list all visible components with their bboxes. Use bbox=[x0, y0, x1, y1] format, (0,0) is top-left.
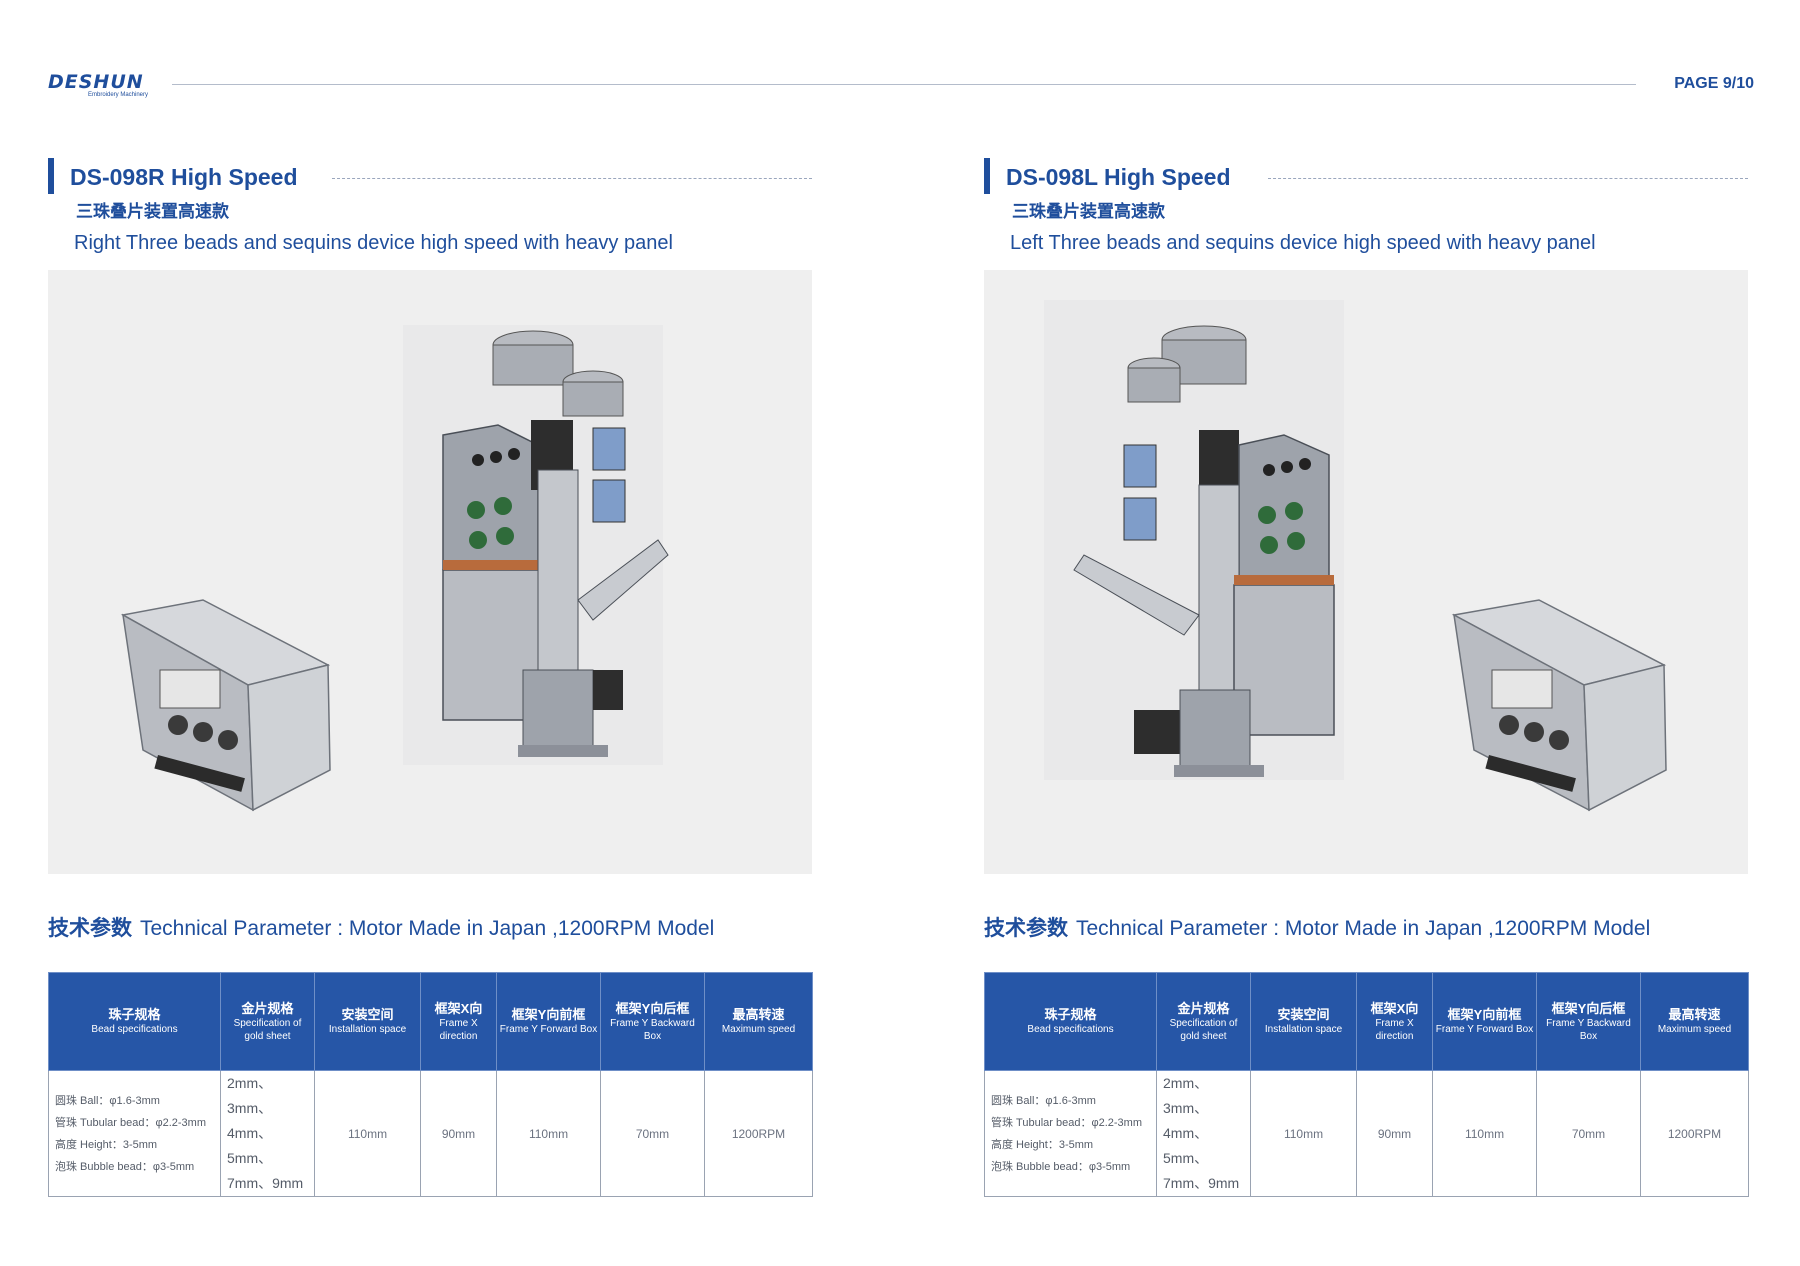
cell-frame-y-backward: 70mm bbox=[600, 1070, 705, 1197]
cell-gold-sheet: 2mm、3mm、 4mm、5mm、 7mm、9mm bbox=[1156, 1070, 1251, 1197]
header-divider bbox=[172, 84, 1636, 85]
header-installation: 安装空间 Installation space bbox=[1250, 972, 1357, 1071]
tech-heading-cn: 技术参数 bbox=[48, 917, 132, 940]
product-subtitle-cn: 三珠叠片装置高速款 bbox=[76, 202, 229, 221]
header-installation: 安装空间 Installation space bbox=[314, 972, 421, 1071]
title-dotted-rule bbox=[332, 178, 812, 179]
header-bead-spec: 珠子规格 Bead specifications bbox=[48, 972, 221, 1071]
deshun-logo: DESHUN Embroidery Machinery bbox=[48, 72, 168, 102]
tech-heading-en: Technical Parameter : Motor Made in Japa… bbox=[1076, 917, 1651, 940]
control-box-image bbox=[120, 599, 331, 812]
product-subtitle-en: Right Three beads and sequins device hig… bbox=[74, 232, 673, 254]
logo-tagline: Embroidery Machinery bbox=[88, 92, 149, 98]
product-title-row: DS-098R High Speed bbox=[48, 156, 812, 196]
product-title-row: DS-098L High Speed bbox=[984, 156, 1748, 196]
cell-installation: 110mm bbox=[314, 1070, 421, 1197]
header-frame-y-forward: 框架Y向前框 Frame Y Forward Box bbox=[496, 972, 601, 1071]
title-accent-bar bbox=[984, 158, 990, 194]
table-row: 圆珠 Ball：φ1.6-3mm 管珠 Tubular bead：φ2.2-3m… bbox=[48, 1070, 813, 1197]
spec-table-header-row: 珠子规格 Bead specifications 金片规格 Specificatio… bbox=[48, 972, 813, 1071]
header-frame-y-backward: 框架Y向后框 Frame Y Backward Box bbox=[1536, 972, 1641, 1071]
product-panel-ds098l: DS-098L High Speed 三珠叠片装置高速款 Left Three … bbox=[984, 156, 1749, 1197]
product-photo bbox=[984, 270, 1748, 874]
product-photo bbox=[48, 270, 812, 874]
title-dotted-rule bbox=[1268, 178, 1748, 179]
header-frame-y-forward: 框架Y向前框 Frame Y Forward Box bbox=[1432, 972, 1537, 1071]
header-bead-spec: 珠子规格 Bead specifications bbox=[984, 972, 1157, 1071]
spec-table: 珠子规格 Bead specifications 金片规格 Specificatio… bbox=[984, 972, 1749, 1197]
cell-installation: 110mm bbox=[1250, 1070, 1357, 1197]
header-frame-x: 框架X向 Frame X direction bbox=[420, 972, 497, 1071]
header-gold-sheet: 金片规格 Specification of gold sheet bbox=[1156, 972, 1251, 1071]
technical-parameter-heading: 技术参数 Technical Parameter : Motor Made in … bbox=[48, 912, 812, 946]
cell-frame-x: 90mm bbox=[1356, 1070, 1433, 1197]
cell-frame-y-backward: 70mm bbox=[1536, 1070, 1641, 1197]
header-max-speed: 最高转速 Maximum speed bbox=[1640, 972, 1749, 1071]
header-frame-x: 框架X向 Frame X direction bbox=[1356, 972, 1433, 1071]
bead-device-image bbox=[403, 325, 669, 765]
tech-heading-cn: 技术参数 bbox=[984, 917, 1068, 940]
cell-gold-sheet: 2mm、3mm、 4mm、5mm、 7mm、9mm bbox=[220, 1070, 315, 1197]
table-row: 圆珠 Ball：φ1.6-3mm 管珠 Tubular bead：φ2.2-3m… bbox=[984, 1070, 1749, 1197]
cell-bead-spec: 圆珠 Ball：φ1.6-3mm 管珠 Tubular bead：φ2.2-3m… bbox=[48, 1070, 221, 1197]
product-title: DS-098L High Speed bbox=[1006, 164, 1231, 190]
header-gold-sheet: 金片规格 Specification of gold sheet bbox=[220, 972, 315, 1071]
spec-table: 珠子规格 Bead specifications 金片规格 Specificatio… bbox=[48, 972, 813, 1197]
tech-heading-en: Technical Parameter : Motor Made in Japa… bbox=[140, 917, 715, 940]
cell-bead-spec: 圆珠 Ball：φ1.6-3mm 管珠 Tubular bead：φ2.2-3m… bbox=[984, 1070, 1157, 1197]
control-box-image bbox=[1451, 599, 1667, 812]
header-frame-y-backward: 框架Y向后框 Frame Y Backward Box bbox=[600, 972, 705, 1071]
product-title: DS-098R High Speed bbox=[70, 164, 298, 190]
bead-device-image bbox=[1044, 300, 1344, 780]
product-subtitle-en: Left Three beads and sequins device high… bbox=[1010, 232, 1596, 254]
title-accent-bar bbox=[48, 158, 54, 194]
product-panel-ds098r: DS-098R High Speed 三珠叠片装置高速款 Right Three… bbox=[48, 156, 813, 1197]
technical-parameter-heading: 技术参数 Technical Parameter : Motor Made in … bbox=[984, 912, 1748, 946]
cell-max-speed: 1200RPM bbox=[704, 1070, 813, 1197]
page-header: DESHUN Embroidery Machinery PAGE 9/10 bbox=[48, 72, 1754, 102]
header-max-speed: 最高转速 Maximum speed bbox=[704, 972, 813, 1071]
page-number: PAGE 9/10 bbox=[1674, 75, 1754, 92]
spec-table-header-row: 珠子规格 Bead specifications 金片规格 Specificatio… bbox=[984, 972, 1749, 1071]
cell-max-speed: 1200RPM bbox=[1640, 1070, 1749, 1197]
cell-frame-y-forward: 110mm bbox=[496, 1070, 601, 1197]
product-subtitle-cn: 三珠叠片装置高速款 bbox=[1012, 202, 1165, 221]
cell-frame-x: 90mm bbox=[420, 1070, 497, 1197]
cell-frame-y-forward: 110mm bbox=[1432, 1070, 1537, 1197]
logo-wordmark: DESHUN bbox=[48, 71, 144, 93]
